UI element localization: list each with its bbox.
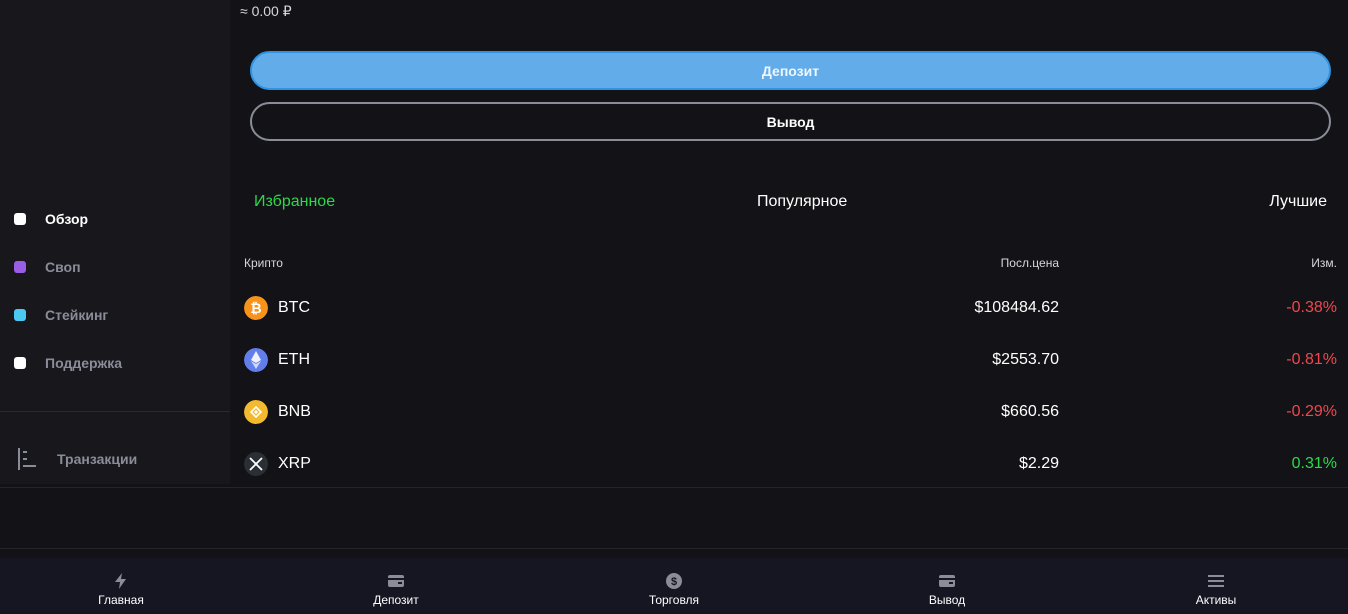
sidebar-item-staking[interactable]: Стейкинг [14, 305, 108, 325]
sidebar-item-transactions[interactable]: Транзакции [16, 447, 137, 471]
overview-dot-icon [14, 213, 26, 225]
nav-label: Активы [1195, 593, 1237, 607]
content-divider [0, 487, 1348, 488]
balance-approx: ≈ 0.00 ₽ [240, 3, 292, 19]
column-header-price: Посл.цена [1000, 256, 1059, 270]
svg-text:₿: ₿ [250, 300, 261, 316]
coin-price: $660.56 [1001, 403, 1059, 420]
coin-symbol: XRP [278, 455, 311, 472]
bitcoin-icon: ₿ [244, 296, 268, 320]
sidebar-item-overview[interactable]: Обзор [14, 209, 88, 229]
dollar-circle-icon: $ [666, 573, 682, 589]
deposit-button[interactable]: Депозит [250, 51, 1331, 90]
app-page: Обзор Своп Стейкинг Поддержка Транзакции… [0, 0, 1348, 614]
nav-item-trade[interactable]: $ Торговля [614, 558, 734, 614]
menu-icon [1208, 575, 1224, 587]
staking-dot-icon [14, 309, 26, 321]
nav-label: Депозит [373, 593, 419, 607]
bottom-nav: Главная Депозит $ Торговля Вывод Активы [0, 558, 1348, 614]
table-row[interactable]: BNB $660.56 -0.29% [244, 400, 1337, 426]
xrp-icon [244, 452, 268, 476]
sidebar: Обзор Своп Стейкинг Поддержка Транзакции [0, 0, 230, 484]
table-row[interactable]: ₿ BTC $108484.62 -0.38% [244, 296, 1337, 322]
coin-symbol: BTC [278, 299, 310, 316]
tab-favorites[interactable]: Избранное [254, 193, 335, 211]
nav-item-home[interactable]: Главная [61, 558, 181, 614]
sidebar-item-label: Своп [45, 259, 81, 275]
sidebar-item-label: Обзор [45, 211, 89, 227]
sidebar-item-label: Поддержка [45, 355, 123, 371]
support-dot-icon [14, 357, 26, 369]
tab-best[interactable]: Лучшие [1269, 193, 1327, 211]
sidebar-item-label: Стейкинг [45, 307, 109, 323]
coin-symbol: ETH [278, 351, 310, 368]
lightning-icon [115, 573, 126, 589]
tab-popular[interactable]: Популярное [757, 193, 847, 211]
nav-item-deposit[interactable]: Депозит [336, 558, 456, 614]
nav-label: Главная [98, 593, 144, 607]
sidebar-divider [0, 411, 230, 412]
coin-price: $108484.62 [974, 299, 1059, 316]
swap-dot-icon [14, 261, 26, 273]
svg-text:$: $ [671, 576, 677, 588]
coin-price: $2553.70 [992, 351, 1059, 368]
coin-change: -0.81% [1286, 351, 1337, 368]
coin-change: -0.38% [1286, 299, 1337, 316]
coin-change: -0.29% [1286, 403, 1337, 420]
nav-divider [0, 548, 1348, 549]
transactions-list-icon [18, 448, 36, 470]
column-header-change: Изм. [1311, 256, 1337, 270]
nav-label: Торговля [648, 593, 700, 607]
wallet-icon [388, 575, 404, 587]
table-row[interactable]: XRP $2.29 0.31% [244, 452, 1337, 478]
bnb-icon [244, 400, 268, 424]
coin-change: 0.31% [1291, 455, 1337, 472]
nav-label: Вывод [928, 593, 966, 607]
nav-item-assets[interactable]: Активы [1156, 558, 1276, 614]
coin-price: $2.29 [1018, 455, 1059, 472]
sidebar-item-swap[interactable]: Своп [14, 257, 81, 277]
nav-item-withdraw[interactable]: Вывод [887, 558, 1007, 614]
sidebar-item-support[interactable]: Поддержка [14, 353, 122, 373]
transactions-label: Транзакции [57, 451, 138, 467]
coin-symbol: BNB [278, 403, 311, 420]
wallet-out-icon [939, 575, 955, 587]
column-header-asset: Крипто [244, 256, 283, 270]
withdraw-button[interactable]: Вывод [250, 102, 1331, 141]
ethereum-icon [244, 348, 268, 372]
table-row[interactable]: ETH $2553.70 -0.81% [244, 348, 1337, 374]
